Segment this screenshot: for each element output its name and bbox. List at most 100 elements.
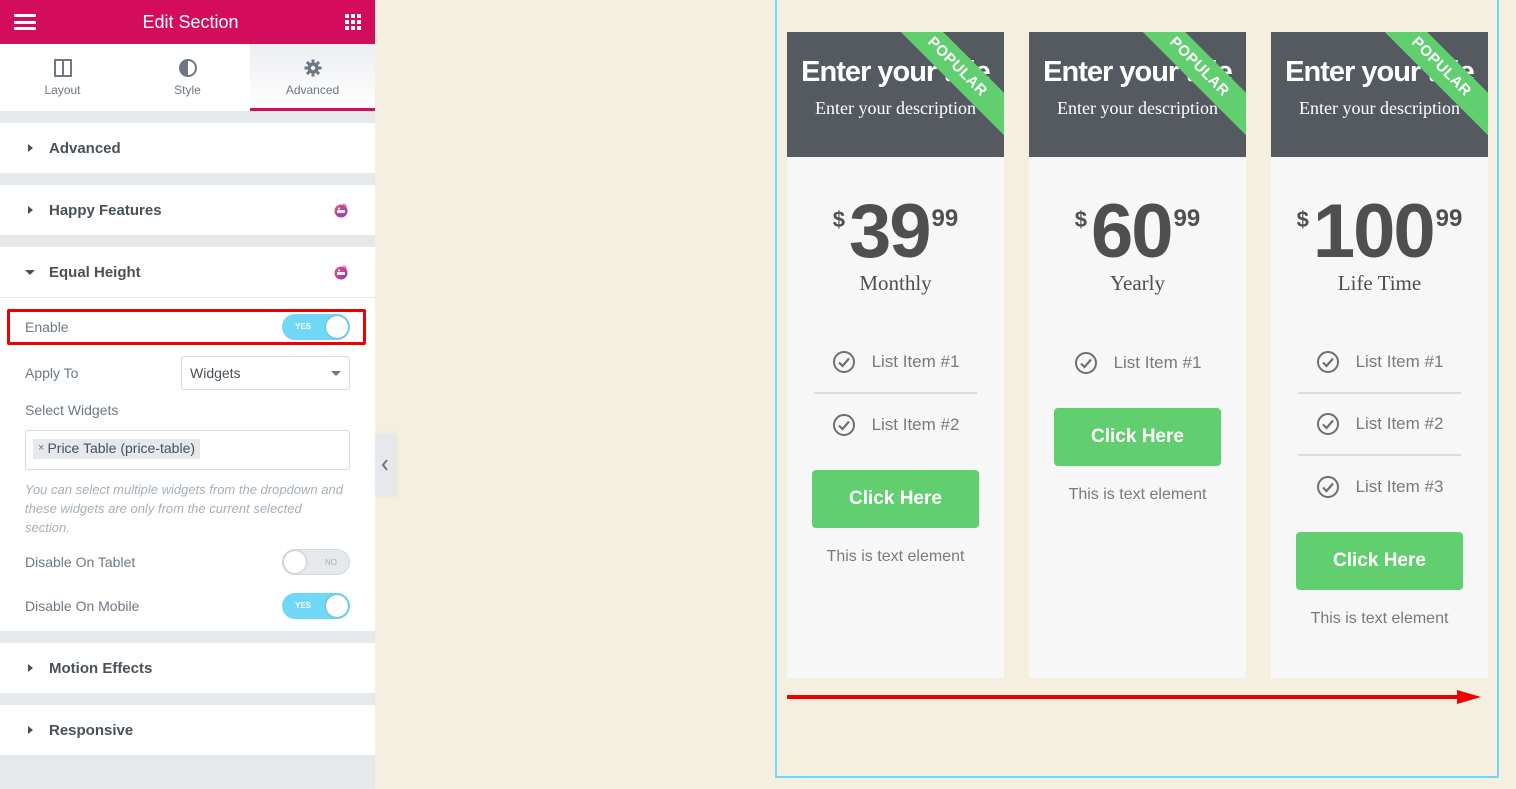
editor-panel: Edit Section Layout Style Advanced Advan… — [0, 0, 375, 789]
chevron-left-icon — [381, 459, 388, 471]
price-amount: 100 — [1312, 189, 1436, 274]
price-tables-row: Enter your title Enter your description … — [787, 32, 1488, 678]
feature-label: List Item #1 — [1113, 353, 1202, 372]
check-circle-icon — [832, 351, 855, 373]
price-block: $ 39 99 Monthly — [787, 157, 1004, 332]
caret-right-icon — [28, 144, 33, 152]
price-table-card: Enter your title Enter your description … — [787, 32, 1004, 678]
section-advanced-header[interactable]: Advanced — [0, 123, 375, 173]
feature-label: List Item #2 — [871, 415, 960, 434]
feature-item: List Item #1 — [814, 332, 977, 394]
click-here-button[interactable]: Click Here — [812, 470, 979, 528]
currency-symbol: $ — [1074, 207, 1087, 232]
select-widgets-input[interactable]: × Price Table (price-table) — [25, 430, 350, 470]
section-equal-height-header[interactable]: Equal Height — [0, 247, 375, 297]
price-block: $ 60 99 Yearly — [1029, 157, 1246, 332]
disable-tablet-label: Disable On Tablet — [25, 554, 136, 570]
section-title: Advanced — [49, 139, 121, 157]
text-element: This is text element — [826, 548, 965, 565]
section-title: Motion Effects — [49, 659, 153, 677]
feature-item: List Item #1 — [1056, 332, 1219, 394]
feature-item: List Item #3 — [1298, 456, 1461, 518]
selected-widget-chip: × Price Table (price-table) — [33, 438, 201, 459]
gear-icon — [304, 59, 321, 76]
price-block: $ 100 99 Life Time — [1271, 157, 1488, 332]
price-fraction: 99 — [1173, 205, 1201, 232]
toggle-knob — [284, 551, 306, 573]
disable-tablet-toggle[interactable]: NO — [282, 549, 350, 575]
click-here-button[interactable]: Click Here — [1054, 408, 1221, 466]
section-happy-features-header[interactable]: Happy Features — [0, 185, 375, 235]
check-circle-icon — [1316, 413, 1339, 435]
section-title: Equal Height — [49, 263, 141, 281]
disable-mobile-toggle[interactable]: YES — [282, 593, 350, 619]
feature-item: List Item #2 — [814, 394, 977, 456]
panel-header: Edit Section — [0, 0, 375, 44]
apply-to-control: Apply To Widgets — [25, 356, 350, 390]
price-period: Life Time — [1337, 271, 1422, 295]
toggle-knob — [326, 595, 348, 617]
equal-height-controls: Enable YES Apply To Widgets Select Widge… — [0, 297, 375, 631]
price-fraction: 99 — [1435, 205, 1463, 232]
annotation-arrow — [787, 690, 1481, 704]
select-widgets-label: Select Widgets — [25, 402, 119, 418]
disable-mobile-label: Disable On Mobile — [25, 598, 140, 614]
click-here-button[interactable]: Click Here — [1296, 532, 1463, 590]
toggle-knob — [326, 316, 348, 338]
feature-label: List Item #1 — [1355, 352, 1444, 371]
price-table-header: Enter your title Enter your description … — [1029, 32, 1246, 157]
section-motion-effects: Motion Effects — [0, 643, 375, 693]
price-table-card: Enter your title Enter your description … — [1271, 32, 1488, 678]
happy-addons-icon — [334, 203, 348, 218]
price-period: Monthly — [859, 271, 932, 295]
caret-right-icon — [28, 664, 33, 672]
section-motion-effects-header[interactable]: Motion Effects — [0, 643, 375, 693]
toggle-state-label: NO — [325, 558, 337, 567]
tab-style[interactable]: Style — [125, 44, 250, 111]
section-title: Responsive — [49, 721, 134, 739]
section-responsive: Responsive — [0, 705, 375, 755]
toggle-state-label: YES — [295, 601, 312, 610]
hamburger-icon[interactable] — [14, 14, 36, 30]
apply-to-value: Widgets — [190, 365, 241, 381]
price-amount: 60 — [1091, 189, 1174, 274]
toggle-state-label: YES — [295, 322, 312, 331]
remove-chip-icon[interactable]: × — [38, 442, 44, 454]
tab-layout[interactable]: Layout — [0, 44, 125, 111]
section-title: Happy Features — [49, 201, 162, 219]
section-responsive-header[interactable]: Responsive — [0, 705, 375, 755]
caret-right-icon — [28, 726, 33, 734]
columns-icon — [53, 58, 72, 77]
feature-label: List Item #3 — [1355, 477, 1444, 496]
check-circle-icon — [1074, 352, 1097, 374]
enable-toggle[interactable]: YES — [282, 314, 350, 340]
price-fraction: 99 — [931, 205, 959, 232]
currency-symbol: $ — [832, 207, 845, 232]
tab-advanced[interactable]: Advanced — [250, 44, 375, 111]
features-list: List Item #1 — [1029, 332, 1246, 394]
price-table-card: Enter your title Enter your description … — [1029, 32, 1246, 678]
chevron-down-icon — [331, 370, 341, 376]
apply-to-select[interactable]: Widgets — [181, 356, 350, 390]
panel-title: Edit Section — [142, 11, 239, 32]
price-table-header: Enter your title Enter your description … — [787, 32, 1004, 157]
price-table-header: Enter your title Enter your description … — [1271, 32, 1488, 157]
section-equal-height: Equal Height Enable YES Apply To Widgets — [0, 247, 375, 631]
enable-control: Enable YES — [7, 309, 366, 345]
collapse-panel-button[interactable] — [375, 434, 395, 496]
apply-to-label: Apply To — [25, 365, 79, 381]
help-text: You can select multiple widgets from the… — [25, 482, 343, 535]
text-element: This is text element — [1068, 486, 1207, 503]
enable-label: Enable — [25, 319, 69, 335]
section-advanced: Advanced — [0, 123, 375, 173]
check-circle-icon — [1316, 476, 1339, 498]
caret-right-icon — [28, 206, 33, 214]
feature-label: List Item #2 — [1355, 414, 1444, 433]
currency-symbol: $ — [1296, 207, 1309, 232]
price-period: Yearly — [1109, 271, 1166, 295]
text-element: This is text element — [1310, 610, 1449, 627]
grid-icon[interactable] — [345, 14, 361, 30]
tab-label: Advanced — [285, 82, 340, 97]
selected-section-outline[interactable]: Enter your title Enter your description … — [775, 0, 1499, 778]
contrast-icon — [178, 58, 197, 77]
